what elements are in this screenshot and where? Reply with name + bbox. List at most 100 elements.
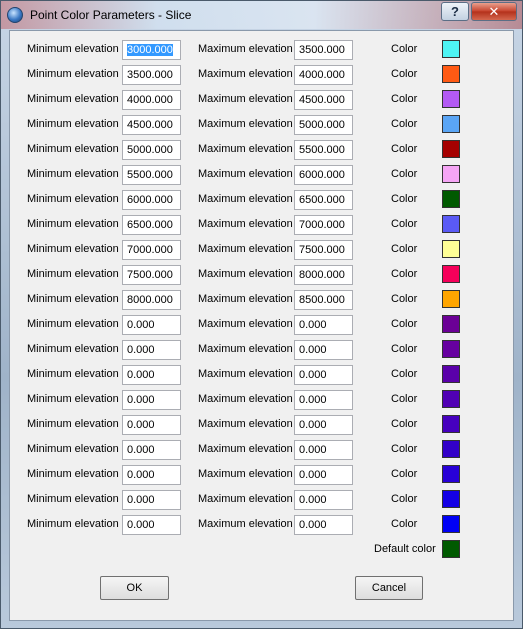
- color-label: Color: [391, 68, 418, 80]
- color-swatch[interactable]: [442, 40, 460, 58]
- color-swatch[interactable]: [442, 440, 460, 458]
- minimum-elevation-input[interactable]: 0.000: [122, 365, 181, 385]
- maximum-elevation-input[interactable]: 0.000: [294, 390, 353, 410]
- maximum-elevation-label: Maximum elevation: [198, 168, 293, 180]
- color-swatch[interactable]: [442, 390, 460, 408]
- minimum-elevation-input[interactable]: 5000.000: [122, 140, 181, 160]
- minimum-elevation-input[interactable]: 7500.000: [122, 265, 181, 285]
- minimum-elevation-input[interactable]: 0.000: [122, 390, 181, 410]
- color-label: Color: [391, 243, 418, 255]
- color-swatch[interactable]: [442, 290, 460, 308]
- minimum-elevation-input[interactable]: 0.000: [122, 465, 181, 485]
- maximum-elevation-label: Maximum elevation: [198, 243, 293, 255]
- minimum-elevation-value: 7000.000: [127, 244, 173, 256]
- color-label: Color: [391, 43, 418, 55]
- maximum-elevation-input[interactable]: 0.000: [294, 340, 353, 360]
- color-swatch[interactable]: [442, 215, 460, 233]
- minimum-elevation-value: 5000.000: [127, 144, 173, 156]
- minimum-elevation-label: Minimum elevation: [27, 468, 119, 480]
- maximum-elevation-input[interactable]: 0.000: [294, 490, 353, 510]
- default-color-row: Default color: [10, 540, 515, 562]
- dialog-client-area: Minimum elevation 3000.000 Maximum elevati…: [9, 30, 514, 621]
- minimum-elevation-input[interactable]: 8000.000: [122, 290, 181, 310]
- color-swatch[interactable]: [442, 115, 460, 133]
- maximum-elevation-input[interactable]: 8500.000: [294, 290, 353, 310]
- minimum-elevation-input[interactable]: 6500.000: [122, 215, 181, 235]
- minimum-elevation-input[interactable]: 0.000: [122, 315, 181, 335]
- title-bar[interactable]: Point Color Parameters - Slice ? ✕: [1, 1, 522, 29]
- maximum-elevation-input[interactable]: 0.000: [294, 465, 353, 485]
- maximum-elevation-input[interactable]: 0.000: [294, 315, 353, 335]
- color-label: Color: [391, 368, 418, 380]
- color-label: Color: [391, 343, 418, 355]
- minimum-elevation-input[interactable]: 0.000: [122, 415, 181, 435]
- maximum-elevation-input[interactable]: 7000.000: [294, 215, 353, 235]
- color-swatch[interactable]: [442, 365, 460, 383]
- color-swatch[interactable]: [442, 465, 460, 483]
- maximum-elevation-input[interactable]: 4000.000: [294, 65, 353, 85]
- color-swatch[interactable]: [442, 240, 460, 258]
- color-label: Color: [391, 268, 418, 280]
- maximum-elevation-input[interactable]: 6500.000: [294, 190, 353, 210]
- maximum-elevation-input[interactable]: 5500.000: [294, 140, 353, 160]
- color-swatch[interactable]: [442, 315, 460, 333]
- elevation-row: Minimum elevation 8000.000 Maximum elevati…: [10, 290, 515, 312]
- minimum-elevation-input[interactable]: 5500.000: [122, 165, 181, 185]
- cancel-button[interactable]: Cancel: [355, 576, 423, 600]
- minimum-elevation-value: 0.000: [127, 469, 155, 481]
- elevation-row: Minimum elevation 5500.000 Maximum elevati…: [10, 165, 515, 187]
- color-swatch[interactable]: [442, 90, 460, 108]
- color-label: Color: [391, 193, 418, 205]
- color-swatch[interactable]: [442, 190, 460, 208]
- maximum-elevation-label: Maximum elevation: [198, 368, 293, 380]
- minimum-elevation-input[interactable]: 0.000: [122, 340, 181, 360]
- elevation-row: Minimum elevation 0.000 Maximum elevation 0…: [10, 315, 515, 337]
- maximum-elevation-label: Maximum elevation: [198, 193, 293, 205]
- minimum-elevation-input[interactable]: 3000.000: [122, 40, 181, 60]
- help-button[interactable]: ?: [441, 2, 469, 21]
- maximum-elevation-input[interactable]: 0.000: [294, 515, 353, 535]
- elevation-row: Minimum elevation 4500.000 Maximum elevati…: [10, 115, 515, 137]
- minimum-elevation-input[interactable]: 6000.000: [122, 190, 181, 210]
- ok-button[interactable]: OK: [100, 576, 169, 600]
- minimum-elevation-value: 0.000: [127, 519, 155, 531]
- minimum-elevation-input[interactable]: 7000.000: [122, 240, 181, 260]
- minimum-elevation-input[interactable]: 4000.000: [122, 90, 181, 110]
- color-swatch[interactable]: [442, 65, 460, 83]
- color-swatch[interactable]: [442, 140, 460, 158]
- minimum-elevation-label: Minimum elevation: [27, 68, 119, 80]
- minimum-elevation-input[interactable]: 4500.000: [122, 115, 181, 135]
- maximum-elevation-input[interactable]: 5000.000: [294, 115, 353, 135]
- maximum-elevation-input[interactable]: 6000.000: [294, 165, 353, 185]
- minimum-elevation-label: Minimum elevation: [27, 368, 119, 380]
- maximum-elevation-input[interactable]: 0.000: [294, 365, 353, 385]
- maximum-elevation-label: Maximum elevation: [198, 93, 293, 105]
- maximum-elevation-label: Maximum elevation: [198, 143, 293, 155]
- minimum-elevation-value: 0.000: [127, 494, 155, 506]
- minimum-elevation-label: Minimum elevation: [27, 218, 119, 230]
- maximum-elevation-label: Maximum elevation: [198, 68, 293, 80]
- minimum-elevation-input[interactable]: 0.000: [122, 515, 181, 535]
- color-swatch[interactable]: [442, 265, 460, 283]
- color-swatch[interactable]: [442, 490, 460, 508]
- default-color-swatch[interactable]: [442, 540, 460, 558]
- minimum-elevation-value: 4500.000: [127, 119, 173, 131]
- minimum-elevation-input[interactable]: 0.000: [122, 490, 181, 510]
- maximum-elevation-input[interactable]: 7500.000: [294, 240, 353, 260]
- minimum-elevation-label: Minimum elevation: [27, 168, 119, 180]
- color-swatch[interactable]: [442, 515, 460, 533]
- color-swatch[interactable]: [442, 165, 460, 183]
- maximum-elevation-input[interactable]: 4500.000: [294, 90, 353, 110]
- minimum-elevation-label: Minimum elevation: [27, 243, 119, 255]
- minimum-elevation-input[interactable]: 3500.000: [122, 65, 181, 85]
- elevation-row: Minimum elevation 0.000 Maximum elevation 0…: [10, 415, 515, 437]
- maximum-elevation-input[interactable]: 0.000: [294, 415, 353, 435]
- minimum-elevation-input[interactable]: 0.000: [122, 440, 181, 460]
- color-swatch[interactable]: [442, 415, 460, 433]
- maximum-elevation-input[interactable]: 3500.000: [294, 40, 353, 60]
- maximum-elevation-label: Maximum elevation: [198, 443, 293, 455]
- maximum-elevation-input[interactable]: 0.000: [294, 440, 353, 460]
- close-button[interactable]: ✕: [471, 2, 517, 21]
- maximum-elevation-input[interactable]: 8000.000: [294, 265, 353, 285]
- color-swatch[interactable]: [442, 340, 460, 358]
